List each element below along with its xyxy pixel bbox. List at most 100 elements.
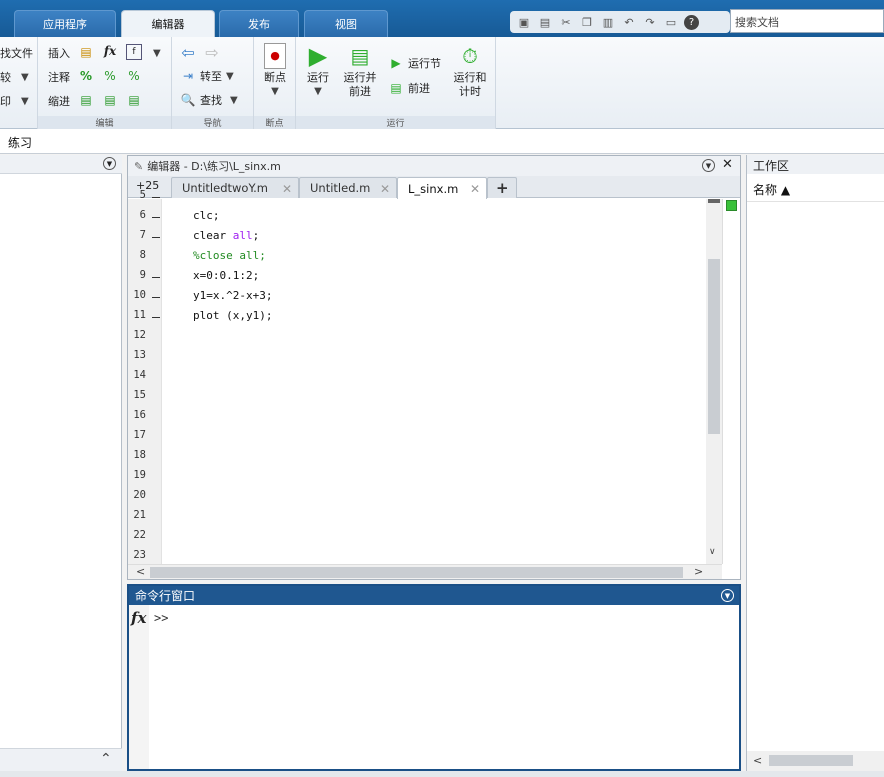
breakpoint-dash-marker[interactable] bbox=[152, 277, 160, 278]
current-folder-address[interactable]: 练习 bbox=[0, 129, 884, 154]
editor-title-bar: ✎ 编辑器 - D:\练习\L_sinx.m ▼ ✕ bbox=[128, 156, 740, 176]
compare-button[interactable]: 较 ▼ bbox=[0, 69, 29, 85]
matlab-window: 应用程序 编辑器 发布 视图 ▣ ▤ ✂ ❐ ▥ ↶ ↷ ▭ ? 搜索文档 找文… bbox=[0, 0, 884, 777]
run-and-time-button[interactable]: ⏱ 运行和 计时 bbox=[450, 43, 490, 99]
edit-group: 插入 ▤ fx f ▼ 注释 % % % 缩进 ▤ ▤ ▤ 编辑 bbox=[38, 37, 172, 129]
breakpoint-dash-marker[interactable] bbox=[152, 317, 160, 318]
tab-untitled[interactable]: Untitled.m ✕ bbox=[299, 177, 397, 198]
tab-l-sinx[interactable]: L_sinx.m ✕ bbox=[397, 177, 487, 199]
search-documentation-input[interactable]: 搜索文档 bbox=[730, 9, 884, 33]
breakpoint-dash-marker[interactable] bbox=[152, 197, 160, 198]
workspace-title: 工作区 bbox=[747, 155, 884, 174]
save-icon[interactable]: ▤ bbox=[537, 14, 553, 30]
help-icon[interactable]: ? bbox=[684, 14, 699, 30]
print-label: 印 bbox=[0, 95, 11, 108]
line-number: 8 bbox=[139, 249, 146, 261]
scrollbar-thumb[interactable] bbox=[150, 567, 683, 578]
indent-label: 缩进 bbox=[48, 95, 70, 108]
find-button[interactable]: 🔍 查找 ▼ bbox=[180, 92, 238, 108]
line-number: 6 bbox=[139, 209, 146, 221]
close-tab-icon[interactable]: ✕ bbox=[380, 182, 390, 196]
advance-icon: ▤ bbox=[390, 81, 402, 95]
run-button[interactable]: ▶ 运行 ▼ bbox=[300, 43, 336, 99]
insert-section-icon[interactable]: ▤ bbox=[78, 44, 94, 60]
uncomment-icon[interactable]: % bbox=[102, 68, 118, 84]
command-prompt[interactable]: >> bbox=[154, 611, 168, 625]
goto-button[interactable]: ⇥ 转至 ▼ bbox=[180, 68, 234, 84]
breakpoint-dash-marker[interactable] bbox=[152, 217, 160, 218]
back-arrow-icon[interactable]: ⇦ bbox=[180, 43, 196, 62]
toolstrip-tabbar: 应用程序 编辑器 发布 视图 ▣ ▤ ✂ ❐ ▥ ↶ ↷ ▭ ? 搜索文档 bbox=[0, 0, 884, 37]
horizontal-scrollbar[interactable]: < > bbox=[128, 564, 722, 579]
navigate-group-label: 导航 bbox=[172, 116, 253, 129]
cut-icon[interactable]: ✂ bbox=[558, 14, 574, 30]
workspace-scrollbar[interactable]: < bbox=[747, 751, 884, 771]
breakpoint-dash-marker[interactable] bbox=[152, 237, 160, 238]
chevron-down-icon: ▼ bbox=[21, 95, 29, 107]
run-section-button[interactable]: ▶ 运行节 bbox=[388, 55, 441, 71]
breakpoint-dash-marker[interactable] bbox=[152, 297, 160, 298]
new-script-icon[interactable]: ▣ bbox=[516, 14, 532, 30]
tab-publish[interactable]: 发布 bbox=[219, 10, 299, 37]
wrap-comment-icon[interactable]: % bbox=[126, 68, 142, 84]
code-keyword: all bbox=[232, 229, 253, 242]
scrollbar-thumb[interactable] bbox=[769, 755, 853, 766]
chevron-up-icon[interactable]: ⌃ bbox=[100, 751, 112, 767]
indent-button[interactable]: 缩进 bbox=[48, 93, 70, 109]
tab-editor[interactable]: 编辑器 bbox=[121, 10, 215, 37]
switch-windows-icon[interactable]: ▭ bbox=[663, 14, 679, 30]
increase-indent-icon[interactable]: ▤ bbox=[102, 92, 118, 108]
vertical-scrollbar[interactable]: ∨ bbox=[706, 199, 722, 564]
comment-percent-icon[interactable]: % bbox=[78, 68, 94, 84]
redo-icon[interactable]: ↷ bbox=[642, 14, 658, 30]
line-number: 17 bbox=[133, 429, 146, 441]
find-files-button[interactable]: 找文件 bbox=[0, 45, 33, 61]
command-window-title: 命令行窗口 bbox=[135, 589, 196, 603]
panel-menu-icon[interactable]: ▼ bbox=[103, 157, 116, 170]
undo-icon[interactable]: ↶ bbox=[621, 14, 637, 30]
tab-label: UntitledtwoY.m bbox=[182, 181, 268, 195]
run-and-advance-button[interactable]: ▤ 运行并 前进 bbox=[340, 43, 380, 99]
forward-arrow-icon[interactable]: ⇨ bbox=[204, 43, 220, 62]
decrease-indent-icon[interactable]: ▤ bbox=[126, 92, 142, 108]
workspace-panel: 工作区 名称 ▲ < bbox=[746, 155, 884, 771]
editor-panel: ✎ 编辑器 - D:\练习\L_sinx.m ▼ ✕ +25 Untitledt… bbox=[127, 155, 741, 580]
copy-icon[interactable]: ❐ bbox=[579, 14, 595, 30]
current-folder-panel: ▼ ⌃ bbox=[0, 155, 122, 771]
code-area[interactable]: clc; clear all; %close all; x=0:0.1:2; y… bbox=[163, 199, 706, 564]
tab-untitledtwoy[interactable]: UntitledtwoY.m ✕ bbox=[171, 177, 299, 198]
scroll-down-icon[interactable]: ∨ bbox=[709, 547, 716, 557]
code-line-9: x=0:0.1:2; bbox=[193, 269, 260, 282]
insert-button[interactable]: 插入 bbox=[48, 45, 70, 61]
new-tab-button[interactable]: + bbox=[487, 177, 517, 198]
quick-access-toolbar: ▣ ▤ ✂ ❐ ▥ ↶ ↷ ▭ ? bbox=[510, 11, 730, 33]
insert-function-icon[interactable]: fx bbox=[102, 43, 118, 59]
scroll-left-icon[interactable]: < bbox=[753, 754, 762, 767]
tab-apps[interactable]: 应用程序 bbox=[14, 10, 116, 37]
insert-fi-icon[interactable]: f bbox=[126, 44, 142, 60]
scrollbar-thumb[interactable] bbox=[708, 259, 720, 434]
line-number: 23 bbox=[133, 549, 146, 561]
breakpoints-button[interactable]: ● 断点 ▼ bbox=[258, 43, 292, 99]
run-section-icon: ▶ bbox=[391, 56, 401, 70]
comment-button[interactable]: 注释 bbox=[48, 69, 70, 85]
editor-menu-icon[interactable]: ▼ bbox=[702, 159, 715, 172]
chevron-down-icon: ▼ bbox=[314, 86, 322, 97]
workspace-name-column[interactable]: 名称 ▲ bbox=[747, 176, 884, 202]
print-button[interactable]: 印 ▼ bbox=[0, 93, 29, 109]
close-tab-icon[interactable]: ✕ bbox=[282, 182, 292, 196]
function-browser-icon[interactable]: fx bbox=[131, 609, 146, 627]
smart-indent-icon[interactable]: ▤ bbox=[78, 92, 94, 108]
close-icon[interactable]: ✕ bbox=[722, 157, 733, 172]
chevron-down-icon[interactable]: ▼ bbox=[153, 48, 161, 59]
analyzer-status-icon[interactable] bbox=[726, 200, 737, 211]
advance-button[interactable]: ▤ 前进 bbox=[388, 80, 430, 96]
tab-view[interactable]: 视图 bbox=[304, 10, 388, 37]
command-menu-icon[interactable]: ▼ bbox=[721, 589, 734, 602]
paste-icon[interactable]: ▥ bbox=[600, 14, 616, 30]
line-number: 21 bbox=[133, 509, 146, 521]
goto-label: 转至 bbox=[200, 70, 222, 83]
scroll-left-icon[interactable]: < bbox=[136, 565, 145, 578]
scroll-right-icon[interactable]: > bbox=[694, 565, 703, 578]
close-tab-icon[interactable]: ✕ bbox=[470, 182, 480, 196]
